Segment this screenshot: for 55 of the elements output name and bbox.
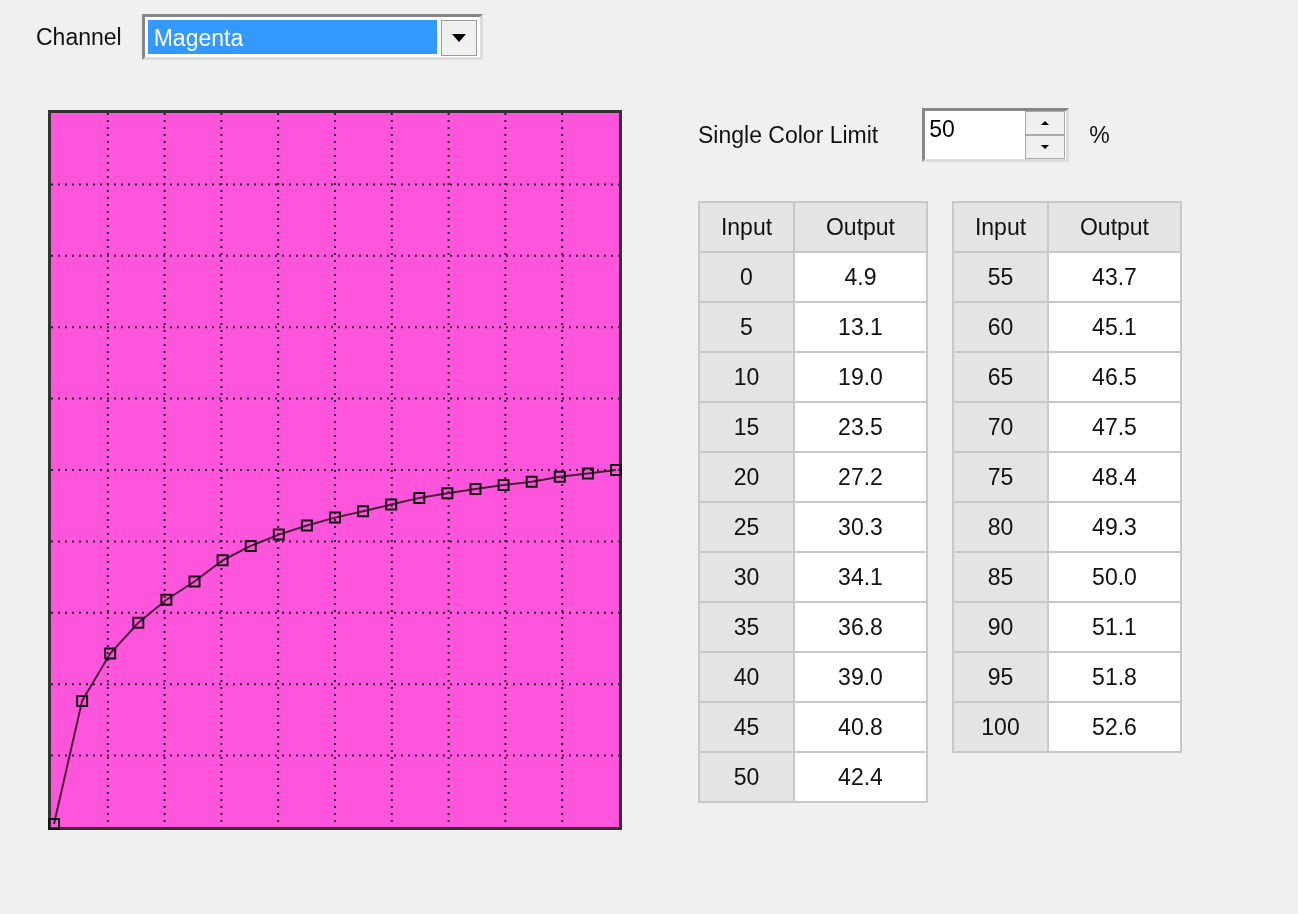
output-cell[interactable]: 36.8 bbox=[794, 602, 927, 652]
input-cell: 40 bbox=[699, 652, 794, 702]
down-arrow-icon bbox=[1041, 145, 1050, 149]
input-cell: 65 bbox=[953, 352, 1048, 402]
output-cell[interactable]: 47.5 bbox=[1048, 402, 1181, 452]
output-cell[interactable]: 19.0 bbox=[794, 352, 927, 402]
input-cell: 20 bbox=[699, 452, 794, 502]
output-cell[interactable]: 50.0 bbox=[1048, 552, 1181, 602]
input-cell: 55 bbox=[953, 252, 1048, 302]
output-cell[interactable]: 40.8 bbox=[794, 702, 927, 752]
output-cell[interactable]: 51.1 bbox=[1048, 602, 1181, 652]
channel-label: Channel bbox=[36, 22, 122, 52]
output-cell[interactable]: 49.3 bbox=[1048, 502, 1181, 552]
input-cell: 90 bbox=[953, 602, 1048, 652]
column-header: Output bbox=[1048, 202, 1181, 252]
output-cell[interactable]: 46.5 bbox=[1048, 352, 1181, 402]
input-cell: 100 bbox=[953, 702, 1048, 752]
input-cell: 0 bbox=[699, 252, 794, 302]
input-cell: 85 bbox=[953, 552, 1048, 602]
input-cell: 15 bbox=[699, 402, 794, 452]
input-cell: 10 bbox=[699, 352, 794, 402]
input-cell: 50 bbox=[699, 752, 794, 802]
dropdown-arrow-icon bbox=[451, 34, 466, 42]
output-cell[interactable]: 52.6 bbox=[1048, 702, 1181, 752]
output-cell[interactable]: 45.1 bbox=[1048, 302, 1181, 352]
output-cell[interactable]: 13.1 bbox=[794, 302, 927, 352]
output-cell[interactable]: 23.5 bbox=[794, 402, 927, 452]
input-cell: 80 bbox=[953, 502, 1048, 552]
increment-button[interactable] bbox=[1025, 111, 1066, 135]
output-cell[interactable]: 48.4 bbox=[1048, 452, 1181, 502]
column-header: Input bbox=[953, 202, 1048, 252]
output-cell[interactable]: 30.3 bbox=[794, 502, 927, 552]
output-cell[interactable]: 51.8 bbox=[1048, 652, 1181, 702]
input-cell: 35 bbox=[699, 602, 794, 652]
input-cell: 70 bbox=[953, 402, 1048, 452]
unit-label: % bbox=[1089, 120, 1110, 150]
output-cell[interactable]: 39.0 bbox=[794, 652, 927, 702]
decrement-button[interactable] bbox=[1025, 135, 1066, 159]
output-cell[interactable]: 4.9 bbox=[794, 252, 927, 302]
output-cell[interactable]: 43.7 bbox=[1048, 252, 1181, 302]
limit-label: Single Color Limit bbox=[698, 120, 879, 150]
up-arrow-icon bbox=[1041, 121, 1050, 125]
column-header: Output bbox=[794, 202, 927, 252]
input-cell: 95 bbox=[953, 652, 1048, 702]
column-header: Input bbox=[699, 202, 794, 252]
output-cell[interactable]: 27.2 bbox=[794, 452, 927, 502]
input-cell: 30 bbox=[699, 552, 794, 602]
input-cell: 5 bbox=[699, 302, 794, 352]
input-cell: 45 bbox=[699, 702, 794, 752]
output-cell[interactable]: 42.4 bbox=[794, 752, 927, 802]
input-cell: 60 bbox=[953, 302, 1048, 352]
input-cell: 75 bbox=[953, 452, 1048, 502]
limit-spinner[interactable]: 50 bbox=[922, 108, 1070, 162]
output-cell[interactable]: 34.1 bbox=[794, 552, 927, 602]
input-cell: 25 bbox=[699, 502, 794, 552]
